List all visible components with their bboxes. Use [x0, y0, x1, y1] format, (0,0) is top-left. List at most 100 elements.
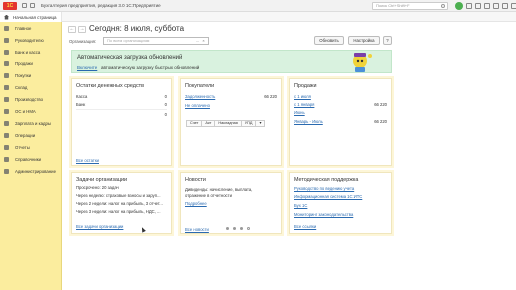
buyers-panel: Покупатели Задолженность 66 220 Не оплач…	[180, 78, 282, 166]
all-balances-link[interactable]: Все остатки	[76, 158, 99, 163]
global-search-input[interactable]: Поиск Ctrl+Shift+F	[372, 2, 448, 10]
update-banner: Автоматическая загрузка обновлений Включ…	[71, 50, 392, 73]
debt-link[interactable]: Задолженность	[185, 94, 215, 99]
tab-upd[interactable]: УПД	[240, 120, 257, 127]
sales-row-link[interactable]: с 1 июля	[294, 94, 311, 99]
org-select-button[interactable]: ...	[195, 39, 200, 43]
support-panel-title: Методическая поддержка	[294, 177, 359, 183]
tab-waybill[interactable]: Накладная	[214, 120, 242, 127]
sidebar-item-label: Банк и касса	[15, 50, 41, 55]
news-text: Дивиденды: начисление, выплата,	[185, 187, 253, 192]
chevron-down-icon[interactable]: ▾	[255, 120, 266, 127]
factory-icon	[4, 97, 9, 102]
assets-icon	[4, 109, 9, 114]
bank-row-value: 0	[164, 102, 167, 107]
help-button[interactable]: ?	[383, 36, 392, 45]
unpaid-link[interactable]: Не оплачено	[185, 103, 210, 108]
close-icon[interactable]	[511, 3, 516, 9]
menu-icon	[4, 26, 9, 31]
news-panel: Новости Дивиденды: начисление, выплата, …	[180, 172, 282, 234]
sidebar-item-label: Производство	[15, 97, 44, 102]
home-icon[interactable]	[30, 3, 35, 8]
support-panel: Методическая поддержка Руководство по ве…	[289, 172, 392, 234]
task-item[interactable]: Через 3 недели: налог на прибыль, НДС, .…	[76, 209, 161, 214]
org-clear-button[interactable]: ×	[201, 39, 206, 43]
news-more-link[interactable]: Подробнее	[185, 201, 207, 206]
sidebar-item-admin[interactable]: Администрирование	[0, 167, 62, 176]
minimize-icon[interactable]	[502, 3, 508, 9]
page-title: Сегодня: 8 июля, суббота	[89, 24, 185, 33]
document-tabs: Счет Акт Накладная УПД ▾	[186, 120, 266, 127]
sales-row-value: 66 220	[374, 102, 387, 107]
sidebar-item-salary[interactable]: Зарплата и кадры	[0, 119, 62, 128]
sidebar-item-operations[interactable]: Операции	[0, 131, 62, 140]
menu-icon[interactable]	[493, 3, 499, 9]
sidebar-item-reports[interactable]: Отчеты	[0, 143, 62, 152]
sales-row-link[interactable]: Январь - Июль	[294, 119, 323, 124]
all-links-link[interactable]: Все ссылки	[294, 224, 316, 229]
cash-panel-title: Остатки денежных средств	[76, 83, 144, 89]
tab-invoice[interactable]: Счет	[186, 120, 203, 127]
bell-icon[interactable]	[466, 3, 472, 9]
bank-icon	[4, 50, 9, 55]
banner-text: автоматическую загрузку быстрых обновлен…	[101, 65, 200, 70]
organization-placeholder: По всем организациям	[107, 38, 150, 43]
sidebar-item-main[interactable]: Главное	[0, 24, 62, 33]
all-news-link[interactable]: Все новости	[185, 227, 209, 232]
pager-dot[interactable]	[233, 227, 236, 230]
cash-row-value: 0	[164, 94, 167, 99]
debt-value: 66 220	[264, 94, 277, 99]
search-placeholder: Поиск Ctrl+Shift+F	[376, 3, 410, 8]
sales-row-link[interactable]: Июнь	[294, 110, 305, 115]
sidebar-item-bank[interactable]: Банк и касса	[0, 48, 62, 57]
sidebar-item-sales[interactable]: Продажи	[0, 59, 62, 68]
task-item[interactable]: Через неделю: страховые взносы и заруп..…	[76, 193, 161, 198]
sidebar-item-manager[interactable]: Руководителю	[0, 36, 62, 45]
sidebar-item-label: ОС и НМА	[15, 109, 36, 114]
tab-act[interactable]: Акт	[201, 120, 216, 127]
history-icon[interactable]	[475, 3, 481, 9]
support-link[interactable]: Руководство по ведению учета	[294, 186, 354, 191]
star-icon[interactable]	[484, 3, 490, 9]
enable-updates-link[interactable]: Включите	[77, 65, 97, 70]
support-link[interactable]: Информационная система 1С:ИТС	[294, 194, 362, 199]
task-item[interactable]: Через 2 недели: налог на прибыль, 3 отче…	[76, 201, 163, 206]
sales-row-value: 66 220	[374, 119, 387, 124]
pager-dot-active[interactable]	[247, 227, 250, 230]
user-status-icon[interactable]	[455, 2, 463, 10]
titlebar-tools	[455, 2, 516, 10]
sidebar-item-catalogs[interactable]: Справочники	[0, 155, 62, 164]
tab-home[interactable]: Начальная страница	[0, 12, 62, 22]
sales-panel-title: Продажи	[294, 83, 317, 89]
gear-icon	[4, 169, 9, 174]
sidebar-item-production[interactable]: Производство	[0, 95, 62, 104]
support-link[interactable]: Мониторинг законодательства	[294, 212, 353, 217]
grid-icon[interactable]	[22, 3, 27, 8]
pager-dot[interactable]	[240, 227, 243, 230]
task-item[interactable]: Просрочено: 20 задач	[76, 185, 119, 190]
all-tasks-link[interactable]: Все задачи организации	[76, 224, 123, 229]
title-bar: 1С Бухгалтерия предприятия, редакция 3.0…	[0, 0, 516, 12]
cash-row-label: Касса	[76, 94, 88, 99]
settings-button[interactable]: Настройка	[348, 36, 380, 45]
back-button[interactable]: ←	[68, 26, 76, 33]
refresh-button[interactable]: Обновить	[314, 36, 344, 45]
sidebar-item-label: Администрирование	[15, 169, 56, 174]
sidebar-item-label: Покупки	[15, 73, 32, 78]
tasks-panel: Задачи организации Просрочено: 20 задач …	[71, 172, 172, 234]
sidebar-item-warehouse[interactable]: Склад	[0, 83, 62, 92]
support-link[interactable]: Бух 1С	[294, 203, 307, 208]
history-nav: ← →	[68, 26, 86, 33]
pager-dot[interactable]	[226, 227, 229, 230]
forward-button[interactable]: →	[78, 26, 86, 33]
sidebar-item-assets[interactable]: ОС и НМА	[0, 107, 62, 116]
main-content: ← → Сегодня: 8 июля, суббота Организация…	[62, 22, 516, 290]
news-panel-title: Новости	[185, 177, 206, 183]
sales-row-link[interactable]: с 1 января	[294, 102, 314, 107]
sidebar-item-purchases[interactable]: Покупки	[0, 71, 62, 80]
organization-field[interactable]: По всем организациям ... ×	[103, 37, 209, 45]
buyers-panel-title: Покупатели	[185, 83, 215, 89]
app-logo: 1С	[3, 1, 17, 10]
tasks-panel-title: Задачи организации	[76, 177, 128, 183]
sidebar-item-label: Руководителю	[15, 38, 44, 43]
